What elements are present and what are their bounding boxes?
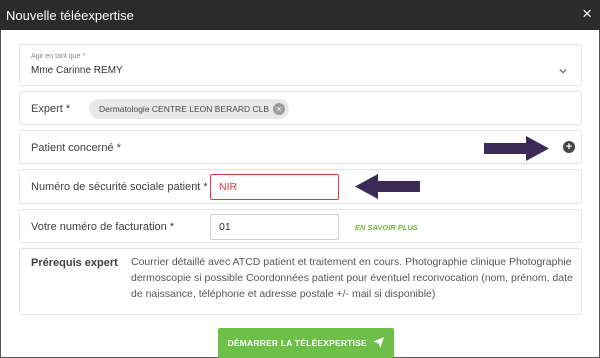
modal-title: Nouvelle téléexpertise — [6, 8, 134, 23]
act-as-value: Mme Carinne REMY — [31, 65, 123, 76]
chevron-down-icon — [559, 68, 567, 74]
expert-chip: Dermatologie CENTRE LEON BERARD CLB × — [89, 99, 290, 119]
annotation-arrow-left — [355, 174, 420, 199]
annotation-arrow-right — [484, 136, 549, 161]
start-button-label: DÉMARRER LA TÉLÉEXPERTISE — [227, 338, 367, 348]
expert-chip-label: Dermatologie CENTRE LEON BERARD CLB — [99, 104, 270, 114]
billing-row: Votre numéro de facturation * 01 EN SAVO… — [19, 209, 582, 243]
modal-header: Nouvelle téléexpertise × — [0, 0, 600, 30]
billing-label: Votre numéro de facturation * — [31, 221, 175, 233]
billing-input[interactable]: 01 — [210, 214, 339, 240]
chip-remove-icon[interactable]: × — [273, 103, 286, 115]
act-as-select[interactable]: Agir en tant que * Mme Carinne REMY — [19, 44, 582, 86]
learn-more-link[interactable]: EN SAVOIR PLUS — [355, 223, 418, 232]
nir-row: Numéro de sécurité sociale patient * NIR — [19, 169, 582, 204]
expert-label: Expert * — [31, 103, 71, 115]
add-patient-icon[interactable]: + — [563, 141, 575, 153]
expert-row: Expert * Dermatologie CENTRE LEON BERARD… — [19, 91, 582, 125]
nir-input[interactable]: NIR — [210, 174, 339, 200]
nir-label: Numéro de sécurité sociale patient * — [31, 181, 208, 193]
patient-label: Patient concerné * — [31, 142, 121, 154]
send-icon — [373, 337, 385, 349]
prerequisites-text: Courrier détaillé avec ATCD patient et t… — [131, 256, 573, 300]
start-teleexpertise-button[interactable]: DÉMARRER LA TÉLÉEXPERTISE — [218, 328, 394, 358]
prerequisites-label: Prérequis expert — [31, 257, 118, 269]
patient-row: Patient concerné * + — [19, 130, 582, 164]
close-icon[interactable]: × — [582, 5, 592, 22]
prerequisites-row: Prérequis expert Courrier détaillé avec … — [19, 248, 582, 315]
act-as-label: Agir en tant que * — [31, 53, 86, 60]
